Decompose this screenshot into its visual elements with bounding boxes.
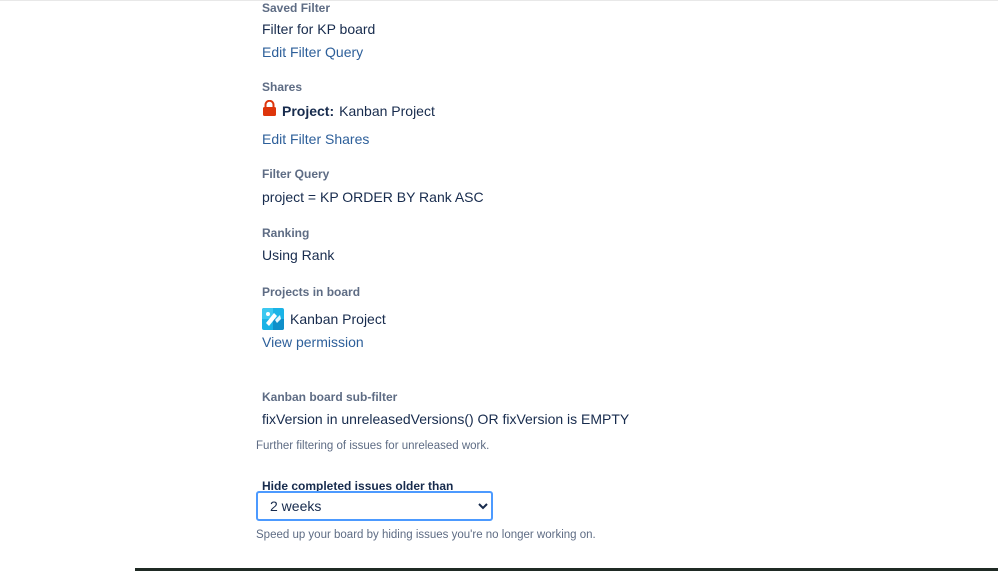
top-divider xyxy=(0,0,998,1)
hide-completed-select[interactable]: 2 weeks xyxy=(256,491,493,521)
filter-query-label: Filter Query xyxy=(262,167,330,181)
subfilter-value[interactable]: fixVersion in unreleasedVersions() OR fi… xyxy=(262,411,629,427)
ranking-value: Using Rank xyxy=(262,247,335,263)
subfilter-help: Further filtering of issues for unreleas… xyxy=(256,440,490,452)
view-permission-link[interactable]: View permission xyxy=(262,334,364,350)
subfilter-label: Kanban board sub-filter xyxy=(262,390,398,404)
board-project-item: Kanban Project xyxy=(262,308,386,330)
saved-filter-value: Filter for KP board xyxy=(262,21,376,37)
edit-filter-shares-link[interactable]: Edit Filter Shares xyxy=(262,131,369,147)
hide-completed-help: Speed up your board by hiding issues you… xyxy=(256,529,596,541)
board-project-name[interactable]: Kanban Project xyxy=(290,311,386,327)
lock-icon xyxy=(262,99,277,121)
saved-filter-label: Saved Filter xyxy=(262,1,331,15)
project-avatar-icon xyxy=(262,308,284,330)
edit-filter-query-link[interactable]: Edit Filter Query xyxy=(262,44,363,60)
share-project: Kanban Project xyxy=(339,102,435,119)
share-type: Project: xyxy=(282,102,335,119)
ranking-label: Ranking xyxy=(262,226,310,240)
projects-in-board-label: Projects in board xyxy=(262,285,361,299)
filter-query-value: project = KP ORDER BY Rank ASC xyxy=(262,189,484,205)
shares-label: Shares xyxy=(262,80,303,94)
share-entry: Project: Kanban Project xyxy=(262,99,435,121)
